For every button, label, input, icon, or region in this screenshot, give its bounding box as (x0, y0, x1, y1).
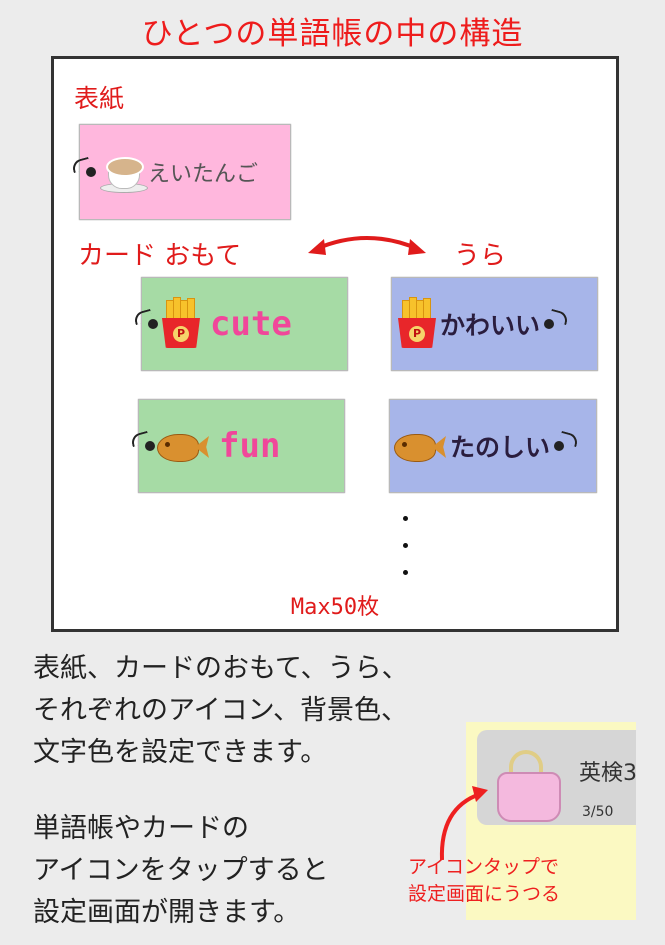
double-arrow-icon (308, 236, 426, 255)
ring-hole-icon (544, 319, 555, 329)
example-screenshot: 英検3級 3/50 アイコンタップで 設定画面にうつる (408, 722, 636, 920)
card-front-word: fun (219, 426, 281, 466)
front-side-label: カード おもて (78, 241, 242, 271)
card-front-1[interactable]: P cute (141, 277, 348, 371)
ring-hole-icon (554, 441, 565, 451)
taiyaki-icon[interactable] (157, 430, 211, 462)
cover-label: 表紙 (74, 84, 125, 113)
card-back-1[interactable]: P かわいい (391, 277, 598, 371)
card-back-word: かわいい (440, 311, 541, 340)
card-front-word: cute (210, 304, 292, 344)
french-fries-icon[interactable]: P (396, 297, 438, 348)
page-title: ひとつの単語帳の中の構造 (141, 16, 524, 52)
french-fries-icon[interactable]: P (160, 297, 202, 348)
card-back-word: たのしい (450, 433, 551, 462)
cover-card[interactable]: えいたんご (79, 124, 291, 220)
wordbook-title: 英検3級 (579, 761, 636, 786)
tap-note: アイコンタップで 設定画面にうつる (408, 856, 561, 905)
card-back-2[interactable]: たのしい (389, 399, 597, 493)
taiyaki-icon[interactable] (394, 430, 448, 462)
pointer-arrow-icon (439, 786, 488, 861)
description-tap: 単語帳やカードの アイコンをタップすると 設定画面が開きます。 (33, 813, 329, 928)
wordbook-count: 3/50 (582, 804, 614, 820)
ring-hole-icon (86, 167, 96, 177)
latte-cup-icon[interactable] (100, 153, 148, 193)
handbag-icon[interactable] (495, 750, 561, 822)
ring-hole-icon (145, 441, 155, 451)
ring-hole-icon (148, 319, 158, 329)
back-side-label: うら (454, 241, 507, 271)
wordbook-list-item[interactable]: 英検3級 3/50 (477, 730, 636, 825)
card-limit: Max50枚 (290, 595, 380, 620)
cover-title: えいたんご (148, 162, 259, 187)
card-front-2[interactable]: fun (138, 399, 345, 493)
structure-frame: 表紙 えいたんご カード おもて うら P cute P かわいい fun たの… (51, 56, 619, 632)
description-settings: 表紙、カードのおもて、うら、 それぞれのアイコン、背景色、 文字色を設定できます… (33, 653, 409, 768)
